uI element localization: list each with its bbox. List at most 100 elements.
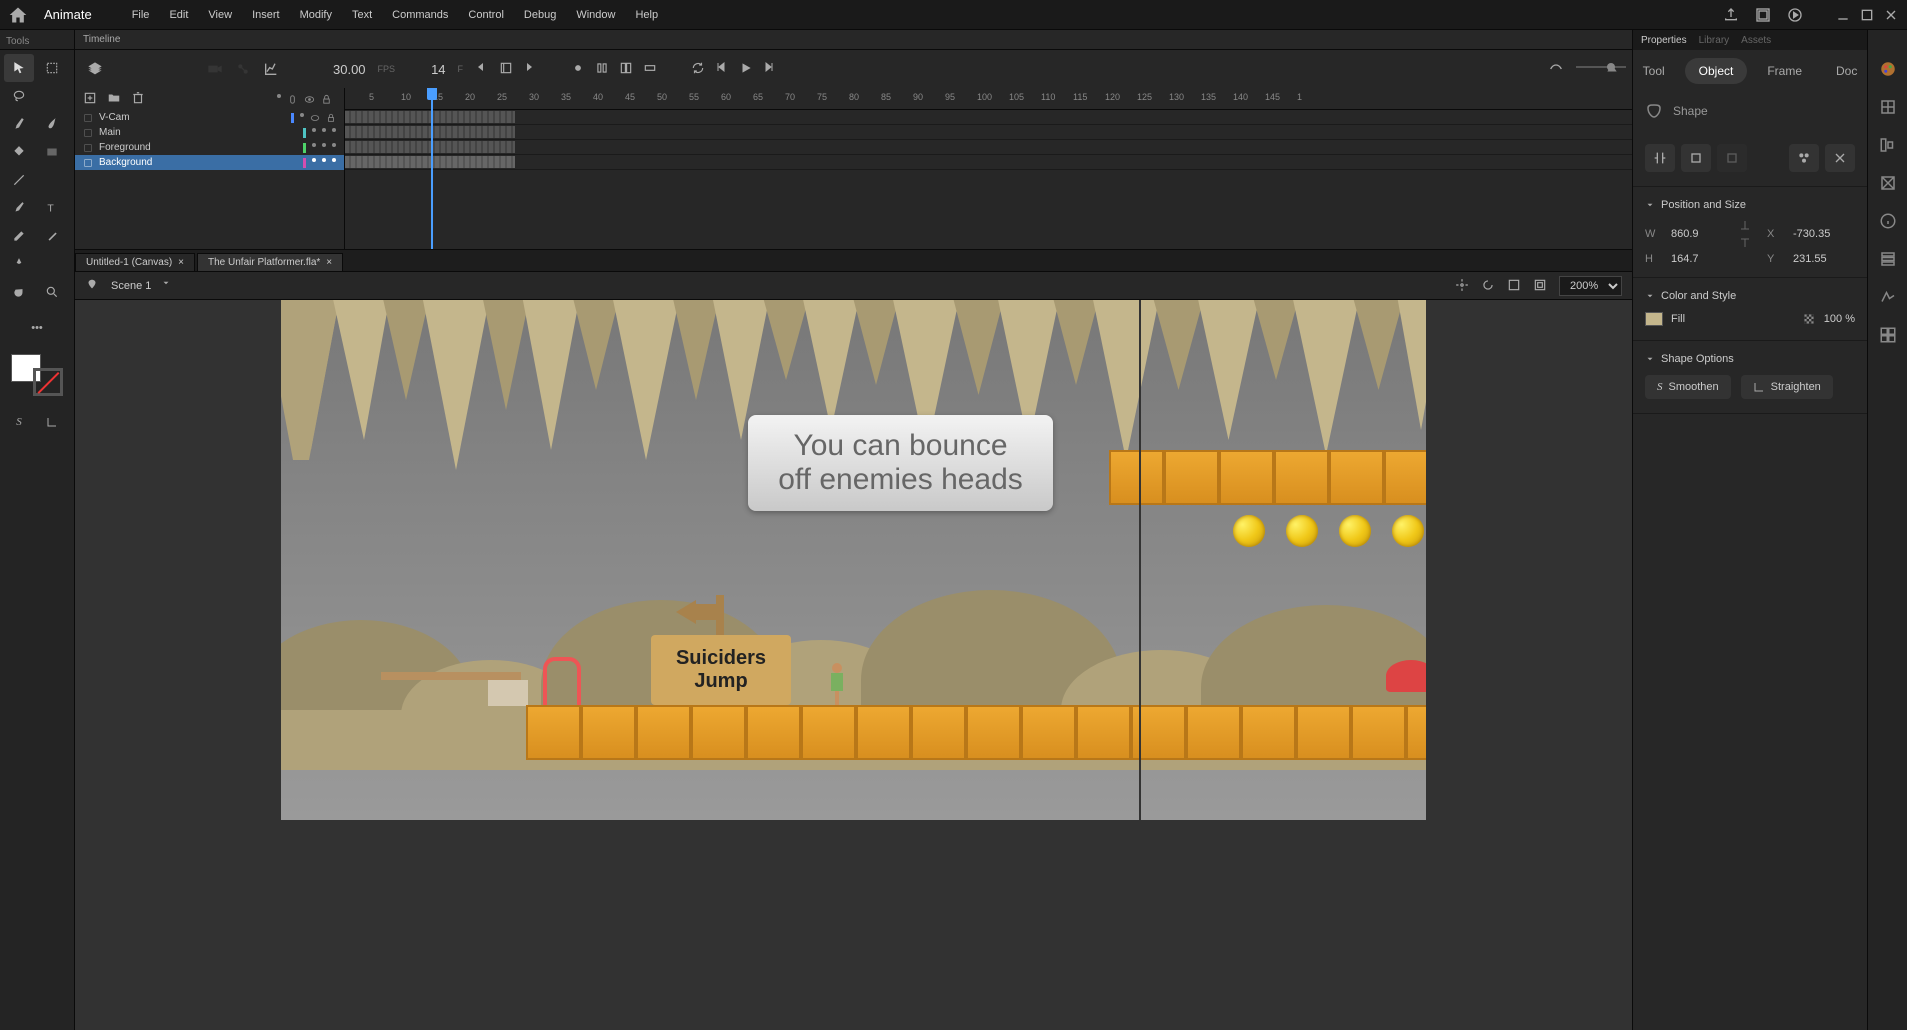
color-swatches[interactable] [11, 354, 63, 396]
graph-icon[interactable] [263, 61, 279, 77]
menu-edit[interactable]: Edit [161, 5, 196, 25]
step-back-icon[interactable] [715, 61, 731, 77]
prop-tab-object[interactable]: Object [1685, 58, 1748, 84]
center-stage-icon[interactable] [1455, 278, 1471, 294]
distribute-icon[interactable] [1825, 144, 1855, 172]
keyframe-icon[interactable] [571, 61, 587, 77]
h-value[interactable]: 164.7 [1671, 253, 1731, 265]
rotate-view-icon[interactable] [1481, 278, 1497, 294]
go-start-icon[interactable] [499, 61, 515, 77]
menu-text[interactable]: Text [344, 5, 380, 25]
bone-tool[interactable] [4, 250, 34, 278]
hand-tool[interactable] [4, 278, 34, 306]
current-frame[interactable]: 14 [431, 62, 445, 77]
workspace-icon[interactable] [1755, 7, 1771, 23]
share-icon[interactable] [1723, 7, 1739, 23]
fit-view-icon[interactable] [1533, 278, 1549, 294]
track-background[interactable] [345, 155, 1632, 170]
close-tab-icon[interactable]: × [178, 257, 184, 268]
eyedropper-tool[interactable] [4, 194, 34, 222]
highlight-header-icon[interactable] [277, 94, 281, 98]
layer-foreground[interactable]: Foreground [75, 140, 344, 155]
menu-debug[interactable]: Debug [516, 5, 564, 25]
w-value[interactable]: 860.9 [1671, 228, 1731, 240]
flip-h-icon[interactable] [1645, 144, 1675, 172]
free-transform-tool[interactable] [37, 54, 67, 82]
prop-tab-frame[interactable]: Frame [1753, 58, 1816, 84]
menu-control[interactable]: Control [460, 5, 511, 25]
layer-main[interactable]: Main [75, 125, 344, 140]
track-vcam[interactable] [345, 110, 1632, 125]
timeline-header[interactable]: Timeline [75, 30, 1632, 50]
link-wh-icon[interactable] [1739, 219, 1751, 249]
play-button[interactable] [739, 61, 755, 77]
color-palette-icon[interactable] [1879, 60, 1897, 78]
fill-color-chip[interactable] [1645, 312, 1663, 326]
more-tools[interactable]: ••• [22, 314, 52, 342]
alpha-icon[interactable] [1802, 312, 1816, 326]
ink-tool[interactable] [37, 222, 67, 250]
eraser-tool[interactable] [4, 222, 34, 250]
layer-background[interactable]: Background [75, 155, 344, 170]
align-icon[interactable] [1789, 144, 1819, 172]
section-shape-options[interactable]: Shape Options [1645, 349, 1855, 369]
brush-tool[interactable] [4, 110, 34, 138]
layer-vcam[interactable]: V-Cam [75, 110, 344, 125]
frame-track[interactable]: 5101520253035404550556065707580859095100… [345, 88, 1632, 249]
scene-dropdown-icon[interactable] [161, 278, 177, 294]
home-icon[interactable] [8, 5, 28, 25]
scene-icon[interactable] [85, 278, 101, 294]
clip-view-icon[interactable] [1507, 278, 1523, 294]
onion-icon[interactable] [1548, 61, 1564, 77]
zoom-select[interactable]: 200% [1559, 276, 1622, 296]
flip-v-icon[interactable] [1681, 144, 1711, 172]
remove-frame-icon[interactable] [643, 61, 659, 77]
playhead[interactable] [431, 88, 433, 249]
section-position-size[interactable]: Position and Size [1645, 195, 1855, 215]
timeline-zoom-slider[interactable] [1576, 61, 1592, 77]
transform-panel-icon[interactable] [1879, 174, 1897, 192]
align-panel-icon[interactable] [1879, 136, 1897, 154]
menu-insert[interactable]: Insert [244, 5, 288, 25]
line-tool[interactable] [4, 166, 34, 194]
section-color-style[interactable]: Color and Style [1645, 286, 1855, 306]
outline-header-icon[interactable] [304, 94, 315, 105]
smooth-tool[interactable] [37, 408, 67, 436]
prop-tab-tool[interactable]: Tool [1629, 58, 1679, 84]
lasso-tool[interactable] [4, 82, 34, 110]
menu-window[interactable]: Window [568, 5, 623, 25]
track-foreground[interactable] [345, 140, 1632, 155]
x-value[interactable]: -730.35 [1793, 228, 1853, 240]
selection-tool[interactable] [4, 54, 34, 82]
menu-view[interactable]: View [200, 5, 240, 25]
lock-header-icon[interactable] [321, 94, 332, 105]
zoom-tool[interactable] [37, 278, 67, 306]
stage-canvas[interactable]: Suiciders Jump You can bounce off enemie… [281, 300, 1426, 820]
panel-tab-properties[interactable]: Properties [1641, 35, 1687, 46]
prev-key-icon[interactable] [475, 61, 491, 77]
menu-file[interactable]: File [124, 5, 158, 25]
ruler[interactable]: 5101520253035404550556065707580859095100… [345, 88, 1632, 110]
components-panel-icon[interactable] [1879, 326, 1897, 344]
fill-alpha[interactable]: 100 % [1824, 313, 1855, 325]
timeline-scale-icon[interactable] [1604, 61, 1620, 77]
delete-layer-icon[interactable] [131, 91, 147, 107]
play-icon[interactable] [1787, 7, 1803, 23]
snap-tool[interactable]: S [4, 408, 34, 436]
maximize-icon[interactable] [1859, 7, 1875, 23]
fps-value[interactable]: 30.00 [333, 62, 366, 77]
panel-tab-library[interactable]: Library [1699, 35, 1730, 46]
stroke-color-swatch[interactable] [33, 368, 63, 396]
close-icon[interactable] [1883, 7, 1899, 23]
text-tool[interactable]: T [37, 194, 67, 222]
swatches-icon[interactable] [1879, 98, 1897, 116]
close-tab-icon[interactable]: × [326, 257, 332, 268]
menu-commands[interactable]: Commands [384, 5, 456, 25]
prop-tab-doc[interactable]: Doc [1822, 58, 1871, 84]
new-layer-icon[interactable] [83, 91, 99, 107]
minimize-icon[interactable] [1835, 7, 1851, 23]
scene-name[interactable]: Scene 1 [111, 280, 151, 292]
visibility-header-icon[interactable] [287, 94, 298, 105]
paint-bucket-tool[interactable] [4, 138, 34, 166]
flip-d-icon[interactable] [1717, 144, 1747, 172]
